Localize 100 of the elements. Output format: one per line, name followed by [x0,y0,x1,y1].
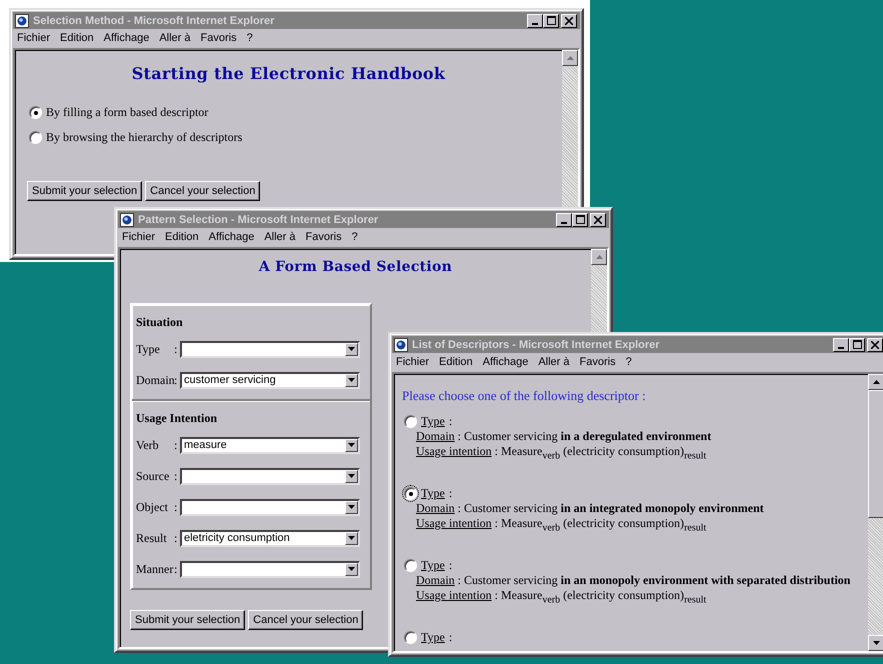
menu-item[interactable]: ? [246,32,253,44]
domain-link[interactable]: Domain [416,501,455,515]
maximize-button[interactable] [849,338,865,352]
menu-item[interactable]: Fichier [396,356,430,368]
domain-link[interactable]: Domain [416,573,455,587]
up-arrow-icon [566,56,574,60]
caret-icon [348,443,355,447]
menu-item[interactable]: Affichage [208,231,254,243]
minimize-icon [532,22,538,24]
up-arrow-icon [872,380,880,384]
menu-item[interactable]: Affichage [482,356,528,368]
dropdown-field[interactable]: customer servicing [180,372,360,388]
close-icon [871,340,879,348]
menu-item[interactable]: Fichier [17,32,50,44]
dropdown-field[interactable] [180,498,360,516]
up-arrow-icon [596,255,602,259]
usage-link[interactable]: Usage intention [416,444,492,458]
type-link[interactable]: Type [421,558,445,573]
submit-button[interactable]: Submit your selection [130,610,246,630]
menu-item[interactable]: ? [626,356,632,368]
scroll-up-button[interactable] [591,249,607,265]
close-icon [594,216,602,224]
scroll-up-button[interactable] [868,374,883,390]
caret-icon [348,505,355,509]
maximize-icon [546,16,556,25]
maximize-icon [576,215,584,224]
minimize-button[interactable] [527,14,543,28]
minimize-button[interactable] [833,338,849,352]
radio-button[interactable] [404,487,417,500]
radio-button[interactable] [404,415,417,428]
menu-item[interactable]: Aller à [538,356,570,368]
caret-icon [348,347,355,351]
menu-item[interactable]: Favoris [200,32,237,44]
minimize-icon [561,222,567,224]
colon-text: : [174,530,178,546]
menu-item[interactable]: Aller à [264,231,296,243]
caret-icon [348,378,355,382]
type-link[interactable]: Type [421,414,445,429]
domain-line: Domain : Customer servicing in an monopoly environment with separated distribution [415,573,852,588]
colon-text: : [174,500,178,514]
maximize-button[interactable] [572,212,588,226]
field-label: Type [136,342,161,356]
dropdown-field[interactable] [180,340,360,358]
usage-link[interactable]: Usage intention [416,588,492,602]
menu-item[interactable]: Aller à [159,32,191,44]
menu-item[interactable]: Edition [165,231,199,243]
close-button[interactable] [867,338,883,352]
close-button[interactable] [561,14,577,28]
dropdown-field[interactable] [180,560,360,578]
type-link[interactable]: Type [421,486,445,501]
cancel-button[interactable]: Cancel your selection [145,181,260,201]
globe-icon [394,338,408,352]
maximize-button[interactable] [543,14,559,28]
section-title: Situation [136,315,184,330]
section-title: Usage Intention [136,411,218,426]
cancel-button[interactable]: Cancel your selection [248,610,364,630]
globe-icon [120,212,134,226]
field-label: Verb [136,438,160,452]
dropdown-field[interactable]: measure [180,436,360,454]
minimize-button[interactable] [556,212,572,226]
type-link[interactable]: Type [421,630,445,645]
option-label: By browsing the hierarchy of descriptors [46,130,242,145]
menu-item[interactable]: Fichier [122,231,156,243]
usage-link[interactable]: Usage intention [416,516,492,530]
menu-item[interactable]: Favoris [580,356,616,368]
colon-text: : [448,414,452,429]
scroll-up-button[interactable] [562,50,578,66]
radio-button[interactable] [29,106,42,119]
scroll-thumb[interactable] [868,390,883,518]
colon-text: : [174,562,178,576]
caret-icon [348,474,355,478]
domain-link[interactable]: Domain [416,429,455,443]
menu-item[interactable]: Edition [439,356,473,368]
field-label: Result [136,530,168,546]
domain-line: Domain : Customer servicing in a deregulated environment [415,429,712,444]
window-title: List of Descriptors - Microsoft Internet Explorer [412,338,661,350]
colon-text: : [448,630,452,645]
dropdown-field[interactable]: eletricity consumption [180,530,360,546]
colon-text: : [174,372,178,388]
dropdown-field[interactable] [180,468,360,484]
caret-icon [348,567,355,571]
close-button[interactable] [590,212,606,226]
scroll-down-button[interactable] [868,635,883,651]
page-heading: A Form Based Selection [258,258,454,275]
radio-button[interactable] [404,631,417,644]
window-title: Selection Method - Microsoft Internet Explorer [33,14,276,26]
radio-button[interactable] [29,131,42,144]
menu-item[interactable]: Affichage [104,32,150,44]
maximize-icon [852,340,862,349]
menu-item[interactable]: Favoris [306,231,342,243]
menu-item[interactable]: Edition [60,32,94,44]
caret-icon [348,536,355,540]
field-label: Manner [136,562,174,576]
globe-icon [15,14,29,28]
radio-button[interactable] [404,559,417,572]
close-icon [565,16,573,24]
menu-item[interactable]: ? [352,231,358,243]
prompt-text: Please choose one of the following descriptor : [401,387,647,404]
colon-text: : [174,468,178,484]
submit-button[interactable]: Submit your selection [27,181,142,201]
